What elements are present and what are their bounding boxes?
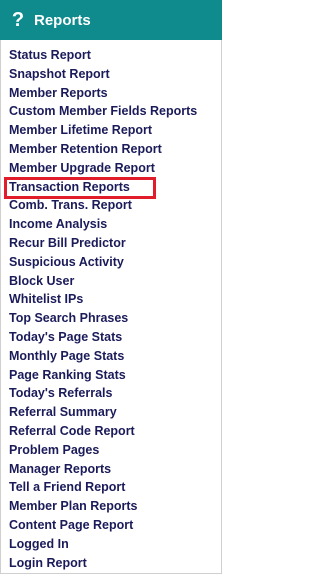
menu-item-snapshot-report[interactable]: Snapshot Report [1, 65, 221, 84]
menu-item-referral-code-report[interactable]: Referral Code Report [1, 422, 221, 441]
menu-item-comb-trans-report[interactable]: Comb. Trans. Report [1, 196, 221, 215]
menu-item-top-search-phrases[interactable]: Top Search Phrases [1, 309, 221, 328]
reports-menu: Status Report Snapshot Report Member Rep… [0, 40, 222, 574]
menu-item-income-analysis[interactable]: Income Analysis [1, 215, 221, 234]
menu-item-logged-in[interactable]: Logged In [1, 535, 221, 554]
help-icon[interactable]: ? [8, 10, 28, 30]
menu-item-todays-page-stats[interactable]: Today's Page Stats [1, 328, 221, 347]
menu-item-member-reports[interactable]: Member Reports [1, 84, 221, 103]
menu-item-tell-a-friend-report[interactable]: Tell a Friend Report [1, 478, 221, 497]
menu-item-login-report[interactable]: Login Report [1, 554, 221, 573]
menu-item-content-page-report[interactable]: Content Page Report [1, 516, 221, 535]
menu-item-transaction-reports[interactable]: Transaction Reports [9, 180, 130, 194]
reports-panel: ? Reports Status Report Snapshot Report … [0, 0, 222, 574]
menu-item-status-report[interactable]: Status Report [1, 46, 221, 65]
menu-item-custom-member-fields-reports[interactable]: Custom Member Fields Reports [1, 102, 221, 121]
menu-item-block-user[interactable]: Block User [1, 272, 221, 291]
panel-header: ? Reports [0, 0, 222, 40]
menu-item-todays-referrals[interactable]: Today's Referrals [1, 384, 221, 403]
menu-item-monthly-page-stats[interactable]: Monthly Page Stats [1, 347, 221, 366]
menu-item-transaction-reports-wrapper: Transaction Reports [1, 176, 221, 199]
panel-title: Reports [34, 11, 91, 29]
menu-item-referral-summary[interactable]: Referral Summary [1, 403, 221, 422]
menu-item-member-upgrade-report[interactable]: Member Upgrade Report [1, 159, 221, 178]
menu-item-member-plan-reports[interactable]: Member Plan Reports [1, 497, 221, 516]
menu-item-page-ranking-stats[interactable]: Page Ranking Stats [1, 366, 221, 385]
menu-item-problem-pages[interactable]: Problem Pages [1, 441, 221, 460]
menu-item-member-retention-report[interactable]: Member Retention Report [1, 140, 221, 159]
menu-item-member-lifetime-report[interactable]: Member Lifetime Report [1, 121, 221, 140]
menu-item-recur-bill-predictor[interactable]: Recur Bill Predictor [1, 234, 221, 253]
menu-item-whitelist-ips[interactable]: Whitelist IPs [1, 290, 221, 309]
menu-item-manager-reports[interactable]: Manager Reports [1, 460, 221, 479]
menu-item-suspicious-activity[interactable]: Suspicious Activity [1, 253, 221, 272]
